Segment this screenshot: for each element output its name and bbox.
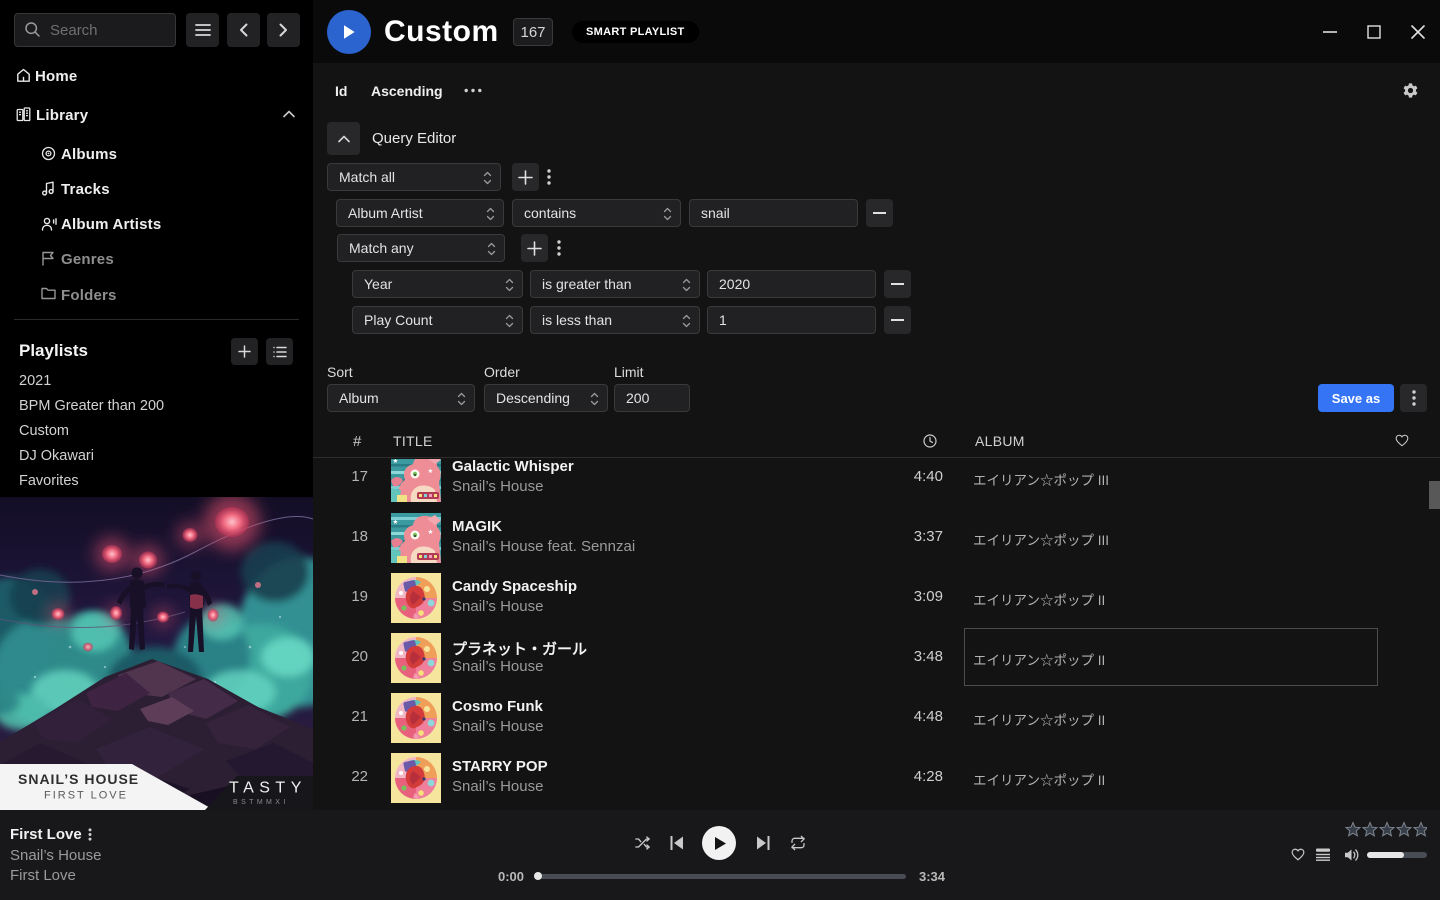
svg-text:SNAIL’S HOUSE: SNAIL’S HOUSE [18,771,139,787]
svg-text:BSTMMXI: BSTMMXI [233,799,289,806]
svg-text:TASTY: TASTY [229,780,307,797]
svg-text:FIRST LOVE: FIRST LOVE [44,790,128,802]
